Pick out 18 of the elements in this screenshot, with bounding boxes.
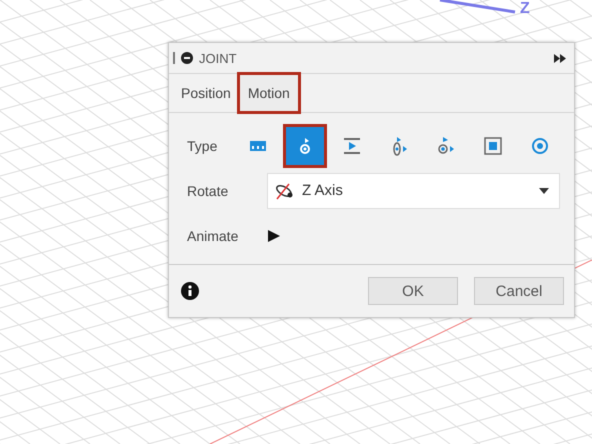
animate-label: Animate [187,228,240,244]
joint-type-button[interactable] [285,126,325,166]
tab[interactable]: Position [173,74,239,112]
ok-button[interactable]: OK [368,277,458,305]
cancel-button[interactable]: Cancel [474,277,564,305]
info-icon[interactable] [181,282,199,300]
caret-icon [539,188,549,194]
rotate-label: Rotate [187,182,230,198]
tab[interactable]: Motion [238,74,299,112]
rotate-dropdown[interactable]: Z Axis [267,172,560,208]
expand-icon[interactable] [554,54,566,62]
grip-handle[interactable] [173,52,175,64]
type-label: Type [187,138,218,154]
axis-label: Z [520,0,530,18]
dialog-title: JOINT [199,50,238,66]
minus-circle-icon[interactable] [181,52,193,64]
square-plane-icon [482,134,504,156]
play-icon[interactable] [267,228,281,242]
